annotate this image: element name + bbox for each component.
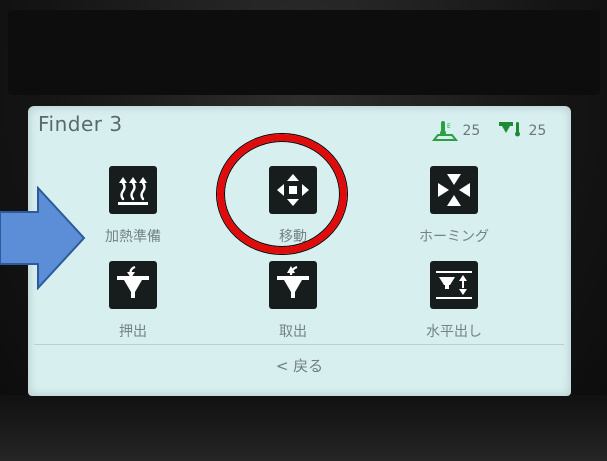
homing-icon xyxy=(438,174,470,206)
bezel-bottom-panel xyxy=(0,395,607,461)
bed-temperature: E 25 xyxy=(431,120,481,142)
nozzle-temperature: 25 xyxy=(498,120,546,142)
bed-temp-icon: E xyxy=(431,121,462,141)
extrude-menu-button[interactable] xyxy=(109,261,157,309)
bed-temp-value: 25 xyxy=(462,123,481,139)
back-button[interactable]: < 戻る xyxy=(28,355,571,376)
svg-text:E: E xyxy=(447,123,451,130)
pointer-arrow xyxy=(0,186,86,290)
heat-icon xyxy=(118,177,148,205)
menu-divider xyxy=(34,344,564,345)
retract-icon xyxy=(277,265,309,298)
nozzle-temp-icon xyxy=(498,122,528,139)
retract-menu-label: 取出 xyxy=(279,324,307,340)
nozzle-temp-value: 25 xyxy=(528,123,547,139)
leveling-menu-label: 水平出し xyxy=(426,324,482,340)
leveling-menu-button[interactable] xyxy=(430,261,478,309)
extrude-icon xyxy=(117,265,149,298)
heat-menu-button[interactable] xyxy=(109,166,157,214)
retract-menu-button[interactable] xyxy=(269,261,317,309)
leveling-icon xyxy=(436,271,472,299)
highlight-circle xyxy=(217,134,347,254)
extrude-menu-label: 押出 xyxy=(119,324,147,340)
printer-model-title: Finder 3 xyxy=(38,112,123,136)
homing-menu-label: ホーミング xyxy=(419,229,489,245)
homing-menu-button[interactable] xyxy=(430,166,478,214)
bezel-top-panel xyxy=(8,10,600,95)
